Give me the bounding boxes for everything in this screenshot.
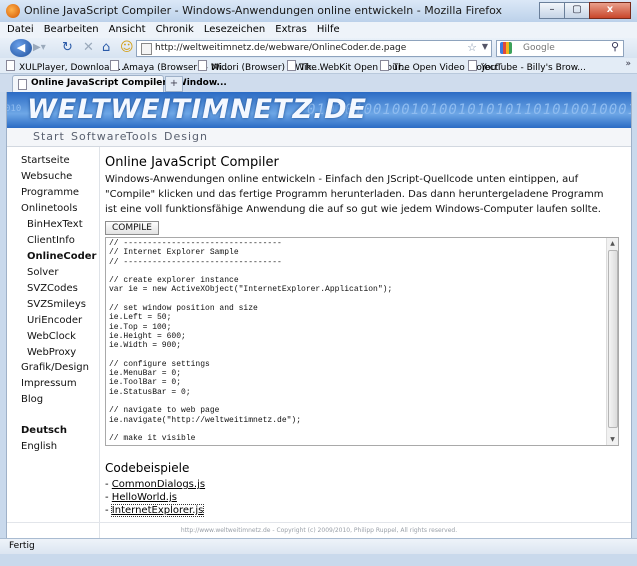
scroll-up-arrow-icon[interactable]: ▲ — [607, 238, 618, 249]
scrollbar-thumb[interactable] — [608, 250, 618, 428]
sidebar-item-svzcodes[interactable]: SVZCodes — [27, 283, 78, 294]
example-link-helloworld[interactable]: HelloWorld.js — [112, 492, 177, 503]
sidebar-item-webproxy[interactable]: WebProxy — [27, 347, 76, 358]
address-bar[interactable]: ☆ ▼ — [136, 40, 492, 57]
example-link-row: - CommonDialogs.js — [105, 479, 206, 490]
menu-bar: Datei Bearbeiten Ansicht Chronik Lesezeichen… — [0, 22, 637, 38]
menu-extras[interactable]: Extras — [270, 22, 312, 35]
example-link-row: - HelloWorld.js — [105, 492, 177, 503]
title-bar: Online JavaScript Compiler - Windows-Anw… — [0, 0, 637, 22]
page-icon — [18, 79, 27, 90]
stop-icon[interactable]: ✕ — [83, 40, 94, 56]
status-text: Fertig — [9, 541, 35, 551]
bookmarks-toolbar: XULPlayer, Download ... Amaya (Browser) … — [0, 58, 637, 74]
language-english[interactable]: English — [21, 441, 57, 452]
page-icon — [110, 60, 119, 71]
window-title: Online JavaScript Compiler - Windows-Anw… — [24, 4, 503, 17]
sidebar-item-websuche[interactable]: Websuche — [21, 171, 72, 182]
sidebar-item-onlinetools[interactable]: Onlinetools — [21, 203, 77, 214]
search-input[interactable] — [523, 41, 603, 55]
site-banner: 010 010101001001010010101011010100100010… — [7, 92, 631, 128]
status-bar: Fertig — [0, 538, 637, 554]
tab-label: Online JavaScript Compiler - Window... — [31, 78, 227, 88]
sidebar-item-svzsmileys[interactable]: SVZSmileys — [27, 299, 86, 310]
search-bar[interactable]: ⚲ — [496, 40, 624, 57]
menu-hilfe[interactable]: Hilfe — [312, 22, 345, 35]
menu-lesezeichen[interactable]: Lesezeichen — [199, 22, 270, 35]
topnav-design[interactable]: Design — [164, 130, 208, 143]
url-dropdown-icon[interactable]: ▼ — [482, 42, 488, 51]
menu-bearbeiten[interactable]: Bearbeiten — [39, 22, 104, 35]
page-content: 010 010101001001010010101011010100100010… — [6, 92, 632, 538]
site-sidebar: Startseite Websuche Programme Onlinetool… — [7, 147, 100, 538]
bookmark-item[interactable]: XULPlayer, Download ... — [6, 60, 127, 73]
maximize-button[interactable]: ▢ — [564, 2, 590, 19]
example-link-commondialogs[interactable]: CommonDialogs.js — [112, 479, 205, 490]
topnav-software[interactable]: Software — [71, 130, 128, 143]
minimize-button[interactable]: – — [539, 2, 565, 19]
example-link-row: - InternetExplorer.js — [105, 504, 205, 517]
sidebar-item-blog[interactable]: Blog — [21, 394, 43, 405]
page-icon — [468, 60, 477, 71]
navigation-toolbar: ◀ ▶▾ ↻ ✕ ⌂ ☺ ☆ ▼ ⚲ — [0, 38, 637, 58]
site-top-nav: Start Software Tools Design — [7, 128, 631, 147]
sidebar-item-onlinecoder[interactable]: OnlineCoder — [27, 251, 96, 262]
window-controls: – ▢ x — [539, 2, 631, 19]
search-icon[interactable]: ⚲ — [611, 40, 619, 53]
bookmark-item[interactable]: YouTube - Billy's Brow... — [468, 60, 586, 73]
code-scrollbar[interactable]: ▲ ▼ — [606, 238, 618, 445]
site-footer: http://www.weltweitimnetz.de - Copyright… — [7, 522, 631, 538]
tab-active[interactable]: Online JavaScript Compiler - Window... — [12, 75, 227, 92]
new-tab-button[interactable]: + — [165, 76, 183, 92]
menu-datei[interactable]: Datei — [0, 22, 39, 35]
bookmarks-overflow-button[interactable]: » — [625, 59, 631, 69]
sidebar-item-uriencoder[interactable]: UriEncoder — [27, 315, 82, 326]
topnav-tools[interactable]: Tools — [126, 130, 158, 143]
sidebar-item-impressum[interactable]: Impressum — [21, 378, 77, 389]
menu-chronik[interactable]: Chronik — [151, 22, 199, 35]
site-logo[interactable]: WELTWEITIMNETZ.DE — [27, 94, 367, 125]
sidebar-item-webclock[interactable]: WebClock — [27, 331, 76, 342]
close-button[interactable]: x — [589, 2, 631, 19]
browser-window: Online JavaScript Compiler - Windows-Anw… — [0, 0, 637, 566]
binary-decoration: 010 — [7, 104, 22, 114]
sidebar-item-solver[interactable]: Solver — [27, 267, 58, 278]
google-icon[interactable] — [500, 42, 512, 54]
page-description: Windows-Anwendungen online entwickeln - … — [105, 174, 604, 215]
example-link-internetexplorer[interactable]: InternetExplorer.js — [110, 504, 205, 517]
page-title: Online JavaScript Compiler — [105, 155, 279, 170]
sidebar-item-binhextext[interactable]: BinHexText — [27, 219, 83, 230]
code-text[interactable]: // --------------------------------- // … — [106, 238, 618, 444]
firefox-icon — [6, 4, 20, 18]
sidebar-item-programme[interactable]: Programme — [21, 187, 79, 198]
forward-arrow-icon[interactable]: ▶▾ — [33, 41, 51, 55]
examples-heading: Codebeispiele — [105, 461, 190, 475]
page-icon — [287, 60, 296, 71]
language-deutsch[interactable]: Deutsch — [21, 425, 67, 436]
back-arrow-icon[interactable]: ◀ — [10, 39, 32, 57]
page-icon — [6, 60, 15, 71]
sidebar-item-grafik-design[interactable]: Grafik/Design — [21, 362, 89, 373]
page-icon — [141, 43, 152, 55]
menu-ansicht[interactable]: Ansicht — [104, 22, 151, 35]
addon-icon[interactable]: ☺ — [120, 40, 134, 56]
bookmark-star-icon[interactable]: ☆ — [467, 41, 477, 54]
scroll-down-arrow-icon[interactable]: ▼ — [607, 434, 618, 445]
sidebar-item-startseite[interactable]: Startseite — [21, 155, 70, 166]
home-icon[interactable]: ⌂ — [102, 40, 110, 56]
url-input[interactable] — [155, 41, 455, 55]
code-editor[interactable]: // --------------------------------- // … — [105, 237, 619, 446]
tab-bar: Online JavaScript Compiler - Window... + — [0, 74, 637, 92]
compile-button[interactable]: COMPILE — [105, 221, 159, 235]
sidebar-item-clientinfo[interactable]: ClientInfo — [27, 235, 75, 246]
page-icon — [198, 60, 207, 71]
topnav-start[interactable]: Start — [33, 130, 65, 143]
reload-icon[interactable]: ↻ — [62, 40, 73, 56]
page-icon — [380, 60, 389, 71]
